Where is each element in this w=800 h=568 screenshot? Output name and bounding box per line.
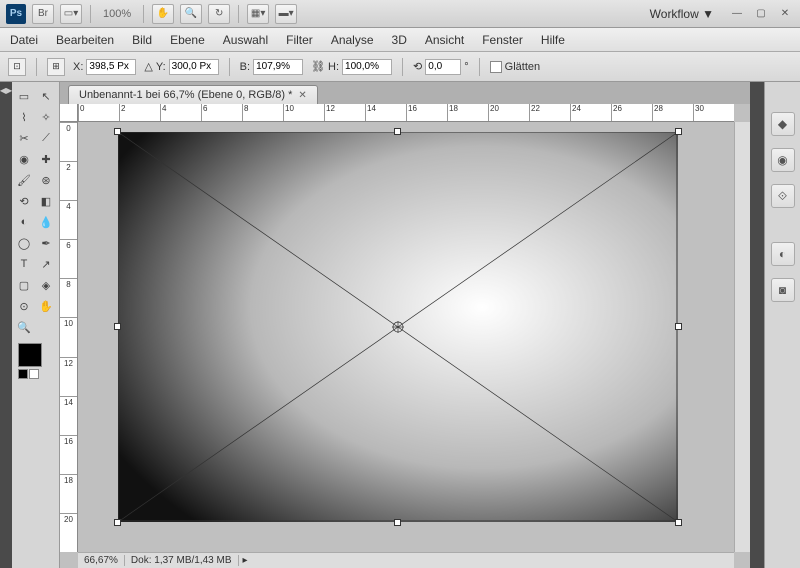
status-zoom[interactable]: 66,67% [78, 555, 125, 566]
smooth-label: Glätten [505, 61, 540, 73]
hand-tool[interactable]: ✋ [36, 296, 56, 316]
right-collapse-strip[interactable] [750, 82, 764, 568]
menu-filter[interactable]: Filter [286, 33, 313, 47]
shape-tool[interactable]: ▢ [14, 275, 34, 295]
crop-tool[interactable]: ✂ [14, 128, 34, 148]
link-icon[interactable]: ⛓ [311, 60, 325, 73]
workspace-switcher[interactable]: Workflow ▼ [642, 5, 722, 23]
toolbox: ▭ ↖ ⌇ ✧ ✂ ⟋ ◉ ✚ 🖌 ⊛ ⟲ ◧ ◐ 💧 ◯ ✒ T ↗ ▢ ◈ … [12, 82, 60, 568]
dodge-tool[interactable]: ◯ [14, 233, 34, 253]
marquee-tool[interactable]: ▭ [14, 86, 34, 106]
menu-fenster[interactable]: Fenster [482, 33, 523, 47]
brush-tool[interactable]: 🖌 [14, 170, 34, 190]
blur-tool[interactable]: 💧 [36, 212, 56, 232]
transform-handle-ne[interactable] [675, 128, 682, 135]
magic-wand-tool[interactable]: ✧ [36, 107, 56, 127]
degree-label: ° [464, 61, 468, 73]
right-panel-dock: ◆ ◉ ⟐ ◐ ◙ [764, 82, 800, 568]
eyedropper-tool[interactable]: ◉ [14, 149, 34, 169]
camera-panel-icon[interactable]: ◙ [771, 278, 795, 302]
smooth-checkbox[interactable] [490, 61, 502, 73]
rotate-view-button[interactable]: ↻ [208, 4, 230, 24]
menu-3d[interactable]: 3D [392, 33, 407, 47]
transform-handle-e[interactable] [675, 323, 682, 330]
transform-handle-w[interactable] [114, 323, 121, 330]
ruler-origin[interactable] [60, 104, 78, 122]
healing-tool[interactable]: ✚ [36, 149, 56, 169]
menu-bild[interactable]: Bild [132, 33, 152, 47]
minimize-button[interactable]: — [728, 7, 746, 21]
layers-panel-icon[interactable]: ◆ [771, 112, 795, 136]
menu-ebene[interactable]: Ebene [170, 33, 205, 47]
document-tab-title: Unbenannt-1 bei 66,7% (Ebene 0, RGB/8) * [79, 89, 292, 101]
transform-handle-n[interactable] [394, 128, 401, 135]
foreground-color-swatch[interactable] [18, 343, 42, 367]
move-tool[interactable]: ↖ [36, 86, 56, 106]
menu-analyse[interactable]: Analyse [331, 33, 374, 47]
status-doc-info[interactable]: Dok: 1,37 MB/1,43 MB [125, 555, 239, 566]
transform-handle-se[interactable] [675, 519, 682, 526]
options-bar: ⊡ ⊞ X: △ Y: B: ⛓ H: ⟲ ° Glätten [0, 52, 800, 82]
channels-panel-icon[interactable]: ◉ [771, 148, 795, 172]
history-brush-tool[interactable]: ⟲ [14, 191, 34, 211]
lasso-tool[interactable]: ⌇ [14, 107, 34, 127]
bridge-button[interactable]: Br [32, 4, 54, 24]
zoom-tool[interactable]: 🔍 [14, 317, 34, 337]
transform-handle-sw[interactable] [114, 519, 121, 526]
screen-mode-button[interactable]: ▭▾ [60, 4, 82, 24]
left-collapse-strip[interactable]: ◀▶ [0, 82, 12, 568]
eraser-tool[interactable]: ◧ [36, 191, 56, 211]
menu-hilfe[interactable]: Hilfe [541, 33, 565, 47]
type-tool[interactable]: T [14, 254, 34, 274]
tab-close-icon[interactable]: ✕ [298, 90, 306, 101]
delta-icon: △ [144, 60, 152, 73]
horizontal-ruler[interactable]: 024681012141618202224262830 [78, 104, 734, 122]
menu-ansicht[interactable]: Ansicht [425, 33, 464, 47]
canvas[interactable] [118, 132, 678, 522]
3d-tool[interactable]: ◈ [36, 275, 56, 295]
vertical-ruler[interactable]: 02468101214161820 [60, 122, 78, 552]
slice-tool[interactable]: ⟋ [36, 128, 56, 148]
arrange-docs-button[interactable]: ▦▾ [247, 4, 269, 24]
document-tab[interactable]: Unbenannt-1 bei 66,7% (Ebene 0, RGB/8) *… [68, 85, 318, 104]
transform-tool-icon[interactable]: ⊡ [8, 58, 26, 76]
x-label: X: [73, 61, 83, 73]
reference-point-icon[interactable]: ⊞ [47, 58, 65, 76]
rotate-icon: ⟲ [413, 60, 422, 73]
x-input[interactable] [86, 59, 136, 75]
w-input[interactable] [253, 59, 303, 75]
h-input[interactable] [342, 59, 392, 75]
menu-datei[interactable]: Datei [10, 33, 38, 47]
paths-panel-icon[interactable]: ⟐ [771, 184, 795, 208]
w-label: B: [240, 61, 250, 73]
transform-handle-nw[interactable] [114, 128, 121, 135]
gradient-tool[interactable]: ◐ [14, 212, 34, 232]
adjustments-panel-icon[interactable]: ◐ [771, 242, 795, 266]
photoshop-logo-icon: Ps [6, 4, 26, 24]
default-colors-icon[interactable] [18, 369, 28, 379]
3d-camera-tool[interactable]: ⊙ [14, 296, 34, 316]
menu-bar: Datei Bearbeiten Bild Ebene Auswahl Filt… [0, 28, 800, 52]
path-select-tool[interactable]: ↗ [36, 254, 56, 274]
pen-tool[interactable]: ✒ [36, 233, 56, 253]
y-input[interactable] [169, 59, 219, 75]
vertical-scrollbar[interactable] [734, 122, 750, 552]
status-arrow-icon[interactable]: ▸ [239, 555, 252, 566]
zoom-tool-button[interactable]: 🔍 [180, 4, 202, 24]
rotation-input[interactable] [425, 59, 461, 75]
close-button[interactable]: ✕ [776, 7, 794, 21]
y-label: Y: [156, 61, 166, 73]
stamp-tool[interactable]: ⊛ [36, 170, 56, 190]
menu-bearbeiten[interactable]: Bearbeiten [56, 33, 114, 47]
h-label: H: [328, 61, 339, 73]
hand-tool-button[interactable]: ✋ [152, 4, 174, 24]
maximize-button[interactable]: ▢ [752, 7, 770, 21]
transform-handle-s[interactable] [394, 519, 401, 526]
menu-auswahl[interactable]: Auswahl [223, 33, 268, 47]
status-bar: 66,67% Dok: 1,37 MB/1,43 MB ▸ [78, 552, 734, 568]
screen-layout-button[interactable]: ▬▾ [275, 4, 297, 24]
swap-colors-icon[interactable] [29, 369, 39, 379]
zoom-indicator[interactable]: 100% [99, 8, 135, 20]
